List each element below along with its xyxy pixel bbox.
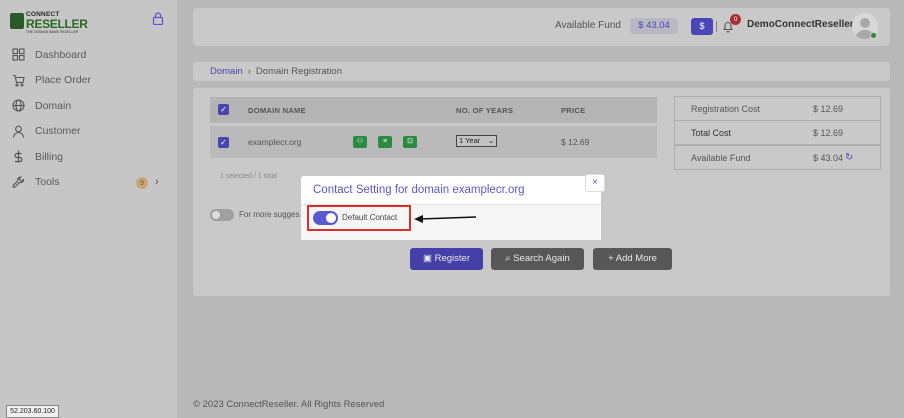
register-button[interactable]: ▣ Register: [410, 248, 483, 270]
suggestions-toggle[interactable]: [210, 209, 234, 221]
nameserver-list-icon[interactable]: ≡: [378, 136, 392, 148]
summary-label: Total Cost: [691, 128, 732, 138]
sidebar-item-place-order[interactable]: Place Order: [0, 68, 177, 94]
register-label: Register: [434, 253, 470, 264]
sidebar-item-label: Customer: [35, 125, 81, 138]
breadcrumb: Domain › Domain Registration: [193, 62, 890, 81]
top-bar: Available Fund $ 43.04 $ 0 DemoConnectRe…: [193, 8, 890, 46]
refresh-icon[interactable]: ↻: [845, 152, 853, 163]
domain-name-cell: examplecr.org: [248, 137, 302, 147]
wrench-icon: [12, 176, 25, 188]
breadcrumb-current: Domain Registration: [255, 66, 342, 77]
user-icon: [12, 125, 25, 138]
price-cell: $ 12.69: [561, 137, 590, 147]
available-fund-value: $ 43.04: [630, 18, 678, 34]
sidebar-item-label: Billing: [35, 150, 64, 163]
summary-label: Registration Cost: [691, 104, 761, 114]
plus-icon: +: [608, 253, 616, 264]
chevron-right-icon: ›: [155, 175, 159, 188]
summary-value: $ 12.69: [813, 128, 844, 138]
breadcrumb-separator: ›: [247, 66, 251, 77]
lock-icon[interactable]: [152, 12, 164, 25]
add-more-label: Add More: [615, 253, 657, 264]
column-price: PRICE: [561, 106, 586, 115]
sidebar-item-label: Tools: [35, 176, 60, 189]
summary-row-total: Total Cost $ 12.69: [674, 120, 881, 145]
summary-value: $ 12.69: [813, 104, 844, 114]
close-icon[interactable]: ×: [585, 174, 605, 192]
username[interactable]: DemoConnectReseller: [747, 19, 854, 30]
sidebar-item-domain[interactable]: Domain: [0, 93, 177, 119]
add-funds-button[interactable]: $: [691, 18, 713, 35]
logo-tagline: THE DOMAIN NAME RESELLER: [26, 30, 79, 34]
summary-label: Available Fund: [691, 153, 751, 163]
contact-settings-icon[interactable]: ⚇: [353, 136, 367, 148]
years-select-value: 1 Year: [459, 136, 481, 145]
register-icon: ▣: [423, 253, 435, 264]
divider: [716, 21, 717, 32]
connectreseller-logo[interactable]: CONNECT RESELLER THE DOMAIN NAME RESELLE…: [10, 11, 88, 34]
modal-title: Contact Setting for domain examplecr.org: [313, 184, 525, 196]
ip-address-box: 52.203.60.100: [6, 405, 59, 418]
privacy-lock-icon[interactable]: ⊡: [403, 136, 417, 148]
contact-setting-modal: Contact Setting for domain examplecr.org…: [301, 174, 605, 240]
sidebar-item-label: Dashboard: [35, 48, 87, 61]
sidebar-item-dashboard[interactable]: Dashboard: [0, 42, 177, 68]
sidebar: CONNECT RESELLER THE DOMAIN NAME RESELLE…: [0, 0, 177, 418]
years-select[interactable]: 1 Year ⌄: [456, 135, 497, 147]
column-years: NO. OF YEARS: [456, 106, 514, 115]
default-contact-toggle[interactable]: [313, 211, 338, 225]
sidebar-item-customer[interactable]: Customer: [0, 119, 177, 145]
footer-copyright: © 2023 ConnectReseller. All Rights Reser…: [193, 399, 385, 410]
available-fund-label: Available Fund: [555, 20, 621, 31]
sidebar-nav: Dashboard Place Order Domain Customer Bi…: [0, 42, 177, 195]
annotation-arrow-icon: [414, 215, 477, 223]
logo-line2: RESELLER: [26, 17, 88, 31]
summary-value: $ 43.04: [813, 153, 844, 163]
sidebar-item-label: Place Order: [35, 74, 92, 87]
selection-count: 1 selected / 1 total: [220, 173, 277, 180]
table-header: ✓ DOMAIN NAME NO. OF YEARS PRICE: [210, 97, 657, 123]
summary-row-available-fund: Available Fund $ 43.04 ↻: [674, 145, 881, 170]
chevron-down-icon: ⌄: [487, 136, 494, 145]
summary-row-registration: Registration Cost $ 12.69: [674, 96, 881, 121]
column-domain-name: DOMAIN NAME: [248, 106, 306, 115]
notification-badge: 0: [730, 14, 741, 25]
globe-icon: [12, 99, 25, 112]
dollar-icon: [14, 150, 23, 163]
select-all-checkbox[interactable]: ✓: [218, 104, 229, 115]
search-again-label: Search Again: [513, 253, 570, 264]
add-more-button[interactable]: + Add More: [593, 248, 672, 270]
logo-mark-icon: [10, 13, 24, 29]
table-row: ✓ examplecr.org ⚇ ≡ ⊡ $ 12.69: [210, 126, 657, 158]
search-again-button[interactable]: ⌕ Search Again: [491, 248, 584, 270]
sidebar-item-label: Domain: [35, 99, 72, 112]
sidebar-item-billing[interactable]: Billing: [0, 144, 177, 170]
row-checkbox[interactable]: ✓: [218, 137, 229, 148]
grid-icon: [12, 48, 25, 61]
sidebar-item-tools[interactable]: Tools 9 ›: [0, 170, 177, 196]
breadcrumb-domain-link[interactable]: Domain: [210, 66, 243, 77]
default-contact-label: Default Contact: [342, 213, 398, 222]
online-status-dot: [870, 32, 877, 39]
tools-count-badge: 9: [136, 176, 148, 189]
cart-icon: [13, 74, 25, 87]
cost-summary: Registration Cost $ 12.69 Total Cost $ 1…: [674, 96, 881, 171]
suggestions-label: For more sugges: [239, 210, 300, 219]
